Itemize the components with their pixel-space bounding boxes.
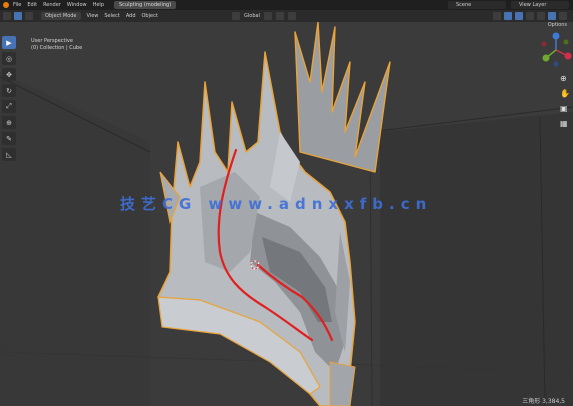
left-toolbar: ▶ ◎ ✥ ↻ ⤢ ⊕ ✎ ◺ [2,36,16,161]
top-menu-bar: File Edit Render Window Help Sculpting (… [0,0,573,10]
select-mode-icon[interactable] [14,12,22,20]
header-menus: View Select Add Object [87,13,158,19]
proportional-edit-icon[interactable] [287,12,296,20]
viewport-canvas [0,22,573,406]
viewport-info: User Perspective (0) Collection | Cube [31,38,82,52]
menu-view[interactable]: View [87,13,99,19]
cursor-tool-icon[interactable]: ◎ [2,52,16,65]
xray-icon[interactable] [526,12,534,20]
material-shading-icon[interactable] [559,12,567,20]
menu-select[interactable]: Select [104,13,119,19]
menu-add[interactable]: Add [126,13,136,19]
camera-icon[interactable]: ▣ [560,104,570,113]
pan-hand-icon[interactable]: ✋ [560,89,570,98]
gizmo-toggle-icon[interactable] [504,12,512,20]
watermark: 技艺CG www.adnxxfb.cn [120,195,433,213]
menu-edit[interactable]: Edit [27,2,37,8]
main-menu: File Edit Render Window Help [13,2,104,8]
shading-controls [493,12,567,20]
wireframe-shading-icon[interactable] [537,12,545,20]
topbar-right: Scene View Layer [448,1,569,9]
menu-help[interactable]: Help [93,2,104,8]
view-layer-field[interactable]: View Layer [511,1,569,9]
zoom-icon[interactable]: ⊕ [560,74,570,83]
scale-tool-icon[interactable]: ⤢ [2,100,16,113]
menu-file[interactable]: File [13,2,21,8]
select-box-tool-icon[interactable]: ▶ [2,36,16,49]
collection-info: (0) Collection | Cube [31,45,83,51]
editor-type-icon[interactable] [3,12,11,20]
blender-logo-icon[interactable] [3,2,9,8]
right-viewport-tools: ⊕ ✋ ▣ ▦ [560,74,570,128]
navigation-gizmo[interactable] [538,30,573,70]
transform-tool-icon[interactable]: ⊕ [2,116,16,129]
menu-object[interactable]: Object [142,13,158,19]
visibility-icon[interactable] [493,12,501,20]
solid-shading-icon[interactable] [548,12,556,20]
transform-controls: Global [232,12,296,20]
snap-icon[interactable] [275,12,284,20]
annotate-tool-icon[interactable]: ✎ [2,132,16,145]
grid-icon[interactable]: ▦ [560,119,570,128]
scene-stats: 三角形 3,384,5 [522,398,565,405]
menu-window[interactable]: Window [67,2,87,8]
scene-field[interactable]: Scene [448,1,506,9]
3d-viewport[interactable]: ▶ ◎ ✥ ↻ ⤢ ⊕ ✎ ◺ User Perspective (0) Col… [0,22,573,406]
select-mode-extend-icon[interactable] [25,12,33,20]
pivot-icon[interactable] [263,12,272,20]
viewport-header: Object Mode View Select Add Object Globa… [0,10,573,22]
transform-orientation[interactable]: Global [244,13,260,19]
view-name: User Perspective [31,38,73,44]
move-tool-icon[interactable]: ✥ [2,68,16,81]
orientation-icon[interactable] [232,12,240,20]
overlay-toggle-icon[interactable] [515,12,523,20]
menu-render[interactable]: Render [43,2,61,8]
options-button[interactable]: Options [548,22,567,28]
measure-tool-icon[interactable]: ◺ [2,148,16,161]
rotate-tool-icon[interactable]: ↻ [2,84,16,97]
mode-dropdown[interactable]: Object Mode [41,12,81,20]
workspace-tab[interactable]: Sculpting (modeling) [114,1,177,9]
